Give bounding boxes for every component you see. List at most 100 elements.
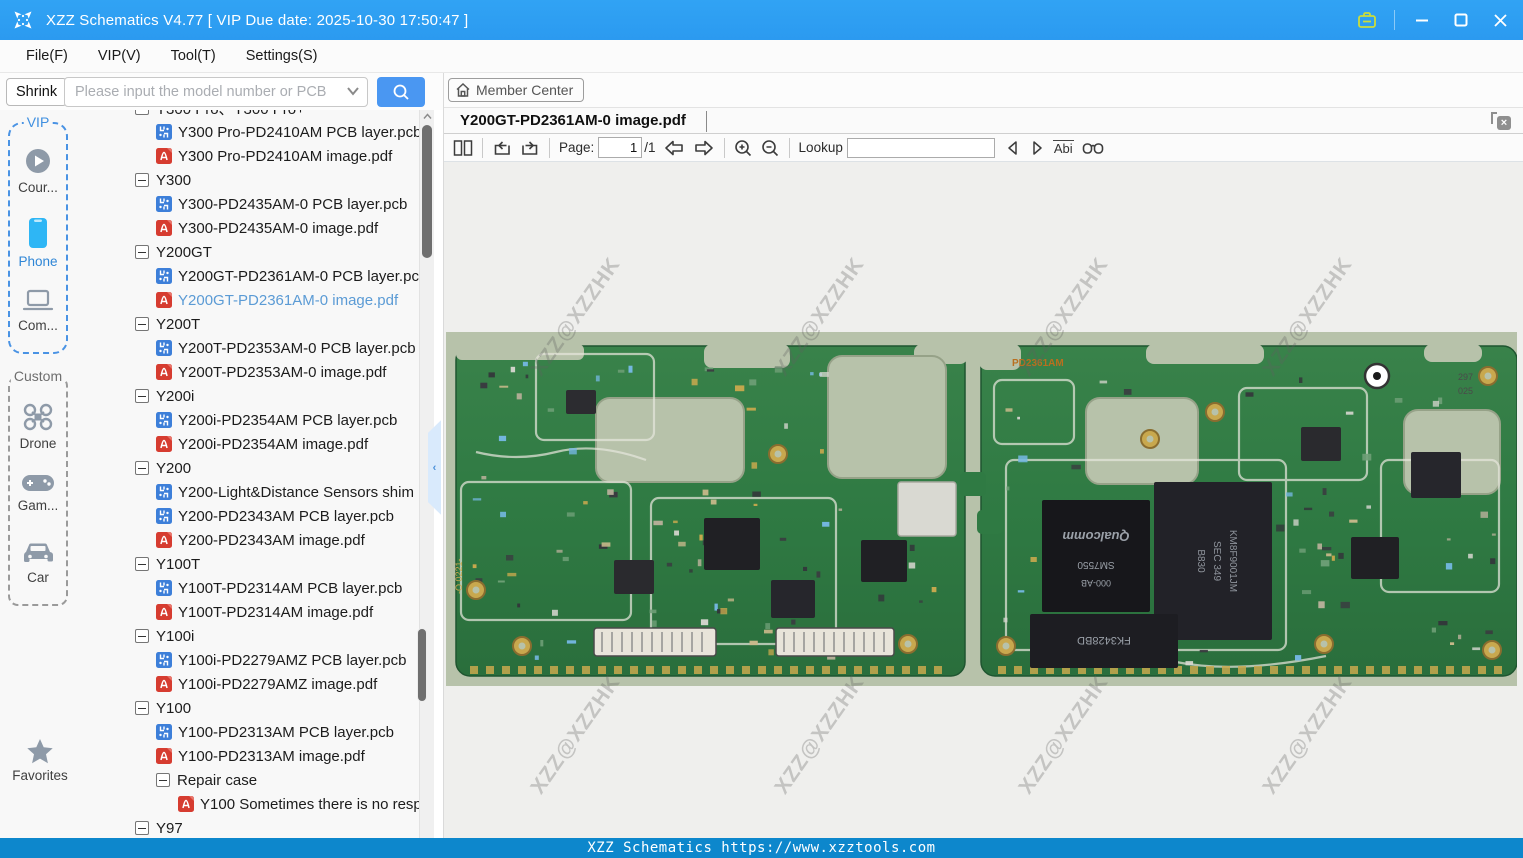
maximize-icon[interactable] <box>1446 5 1476 35</box>
sidebar-item-label: Gam... <box>17 498 59 513</box>
tree-row[interactable]: Y200i-PD2354AM PCB layer.pcb <box>80 408 419 432</box>
minimize-icon[interactable] <box>1407 5 1437 35</box>
sidebar-item-course[interactable]: Cour... <box>10 146 66 195</box>
tree-item-label: Y300 Pro-PD2410AM image.pdf <box>178 147 393 165</box>
tree-row[interactable]: Repair case <box>80 768 419 792</box>
tree-row[interactable]: Y100-PD2313AM image.pdf <box>80 744 419 768</box>
find-prev-icon[interactable] <box>1001 136 1025 160</box>
tree-item-label: Y100-PD2313AM PCB layer.pcb <box>178 723 394 741</box>
tree-row[interactable]: Y100i <box>80 624 419 648</box>
tree-row[interactable]: Y100 <box>80 696 419 720</box>
tree-row[interactable]: Y200T <box>80 312 419 336</box>
prev-page-icon[interactable] <box>659 136 689 160</box>
match-case-icon[interactable]: Abi <box>1052 139 1074 156</box>
left-rail: VIP Cour... Phone Com... Custom Drone Ga… <box>0 110 80 838</box>
tree-row[interactable]: Y100i-PD2279AMZ PCB layer.pcb <box>80 648 419 672</box>
tree-item-label: Y100T-PD2314AM PCB layer.pcb <box>178 579 403 597</box>
scroll-up-icon[interactable] <box>423 113 432 120</box>
tree-row[interactable]: Y200-PD2343AM PCB layer.pcb <box>80 504 419 528</box>
search-input[interactable] <box>64 77 368 107</box>
lookup-label: Lookup <box>798 140 843 155</box>
sidebar-item-phone[interactable]: Phone <box>10 216 66 269</box>
collapse-expander-icon[interactable] <box>135 173 149 187</box>
sidebar-item-drone[interactable]: Drone <box>10 402 66 451</box>
tree-item-label: Y300 Pro、Y300 Pro+ <box>156 110 305 119</box>
chevron-down-icon[interactable] <box>346 86 360 96</box>
close-icon[interactable] <box>1485 5 1515 35</box>
tree-row[interactable]: Y100i-PD2279AMZ image.pdf <box>80 672 419 696</box>
tree-row[interactable]: Y200i-PD2354AM image.pdf <box>80 432 419 456</box>
collapse-expander-icon[interactable] <box>156 773 170 787</box>
collapse-expander-icon[interactable] <box>135 461 149 475</box>
tree-row[interactable]: Y300 Pro-PD2410AM PCB layer.pcb <box>80 120 419 144</box>
page-number-input[interactable] <box>598 137 643 158</box>
menu-item-vip[interactable]: VIP(V) <box>87 44 152 68</box>
tree-row[interactable]: Y200GT-PD2361AM-0 PCB layer.pcb <box>80 264 419 288</box>
close-tab-icon[interactable]: × <box>1491 112 1511 130</box>
collapse-expander-icon[interactable] <box>135 245 149 259</box>
tree-row[interactable]: Y100 Sometimes there is no resp <box>80 792 419 816</box>
collapse-expander-icon[interactable] <box>135 557 149 571</box>
sidebar-item-favorites[interactable]: Favorites <box>0 738 80 783</box>
tree-row[interactable]: Y97 <box>80 816 419 838</box>
scrollbar-thumb-inner[interactable] <box>417 628 427 702</box>
tree-row[interactable]: Y200GT-PD2361AM-0 image.pdf <box>80 288 419 312</box>
sidebar-item-game[interactable]: Gam... <box>10 472 66 513</box>
collapse-expander-icon[interactable] <box>135 629 149 643</box>
next-page-icon[interactable] <box>689 136 719 160</box>
menu-item-tool[interactable]: Tool(T) <box>160 44 227 68</box>
tree-row[interactable]: Y200GT <box>80 240 419 264</box>
tree-row[interactable]: Y200T-PD2353AM-0 image.pdf <box>80 360 419 384</box>
tree-item-label: Y300 <box>156 171 192 189</box>
tree-row[interactable]: Y100T <box>80 552 419 576</box>
sidebar-item-computer[interactable]: Com... <box>10 288 66 333</box>
menu-item-file[interactable]: File(F) <box>15 44 79 68</box>
collapse-expander-icon[interactable] <box>135 821 149 835</box>
collapse-expander-icon[interactable] <box>135 701 149 715</box>
rotate-ccw-icon[interactable] <box>488 136 516 160</box>
tree-row[interactable]: Y200-PD2343AM image.pdf <box>80 528 419 552</box>
tree-row[interactable]: Y300 Pro、Y300 Pro+ <box>80 110 419 120</box>
pcb-flash-text: FK3428BD <box>1077 634 1131 646</box>
find-next-icon[interactable] <box>1025 136 1049 160</box>
briefcase-icon[interactable] <box>1352 5 1382 35</box>
rotate-cw-icon[interactable] <box>516 136 544 160</box>
member-center-button[interactable]: Member Center <box>448 78 585 102</box>
zoom-in-icon[interactable] <box>730 136 757 160</box>
sidebar-item-car[interactable]: Car <box>10 540 66 585</box>
search-button[interactable] <box>377 77 425 107</box>
tree-item-label: Y100i-PD2279AMZ PCB layer.pcb <box>178 651 407 669</box>
tree-row[interactable]: Y300-PD2435AM-0 PCB layer.pcb <box>80 192 419 216</box>
tree-row[interactable]: Y300-PD2435AM-0 image.pdf <box>80 216 419 240</box>
tree-item-label: Y300-PD2435AM-0 PCB layer.pcb <box>178 195 408 213</box>
pcb-board-code: PD2361AM <box>1012 358 1064 369</box>
pcb-file-icon <box>156 652 172 668</box>
highlight-all-icon[interactable] <box>1078 136 1108 160</box>
tree-row[interactable]: Y100T-PD2314AM PCB layer.pcb <box>80 576 419 600</box>
tree-row[interactable]: Y100T-PD2314AM image.pdf <box>80 600 419 624</box>
tree-row[interactable]: Y200i <box>80 384 419 408</box>
tree-row[interactable]: Y300 Pro-PD2410AM image.pdf <box>80 144 419 168</box>
collapse-expander-icon[interactable] <box>135 317 149 331</box>
two-page-view-icon[interactable] <box>449 136 477 160</box>
menu-item-settings[interactable]: Settings(S) <box>235 44 329 68</box>
pcb-file-icon <box>156 340 172 356</box>
play-circle-icon <box>26 149 50 173</box>
tree-item-label: Y200T-PD2353AM-0 image.pdf <box>178 363 387 381</box>
collapse-expander-icon[interactable] <box>135 389 149 403</box>
tree-row[interactable]: Y200 <box>80 456 419 480</box>
tree-row[interactable]: Y100-PD2313AM PCB layer.pcb <box>80 720 419 744</box>
collapse-expander-icon[interactable] <box>135 110 149 115</box>
shrink-button[interactable]: Shrink <box>6 78 68 106</box>
tab-separator <box>706 111 707 132</box>
tree-row[interactable]: Y200T-PD2353AM-0 PCB layer.pcb <box>80 336 419 360</box>
tree-row[interactable]: Y200-Light&Distance Sensors shim <box>80 480 419 504</box>
lookup-input[interactable] <box>846 137 995 158</box>
tree-item-label: Y200GT <box>156 243 212 261</box>
scrollbar-thumb[interactable] <box>422 125 432 258</box>
tree-row[interactable]: Y300 <box>80 168 419 192</box>
zoom-out-icon[interactable] <box>757 136 784 160</box>
active-tab[interactable]: Y200GT-PD2361AM-0 image.pdf <box>460 112 686 129</box>
tree-item-label: Y200GT-PD2361AM-0 PCB layer.pcb <box>178 267 419 285</box>
pcb-screw-hole <box>1205 402 1225 422</box>
